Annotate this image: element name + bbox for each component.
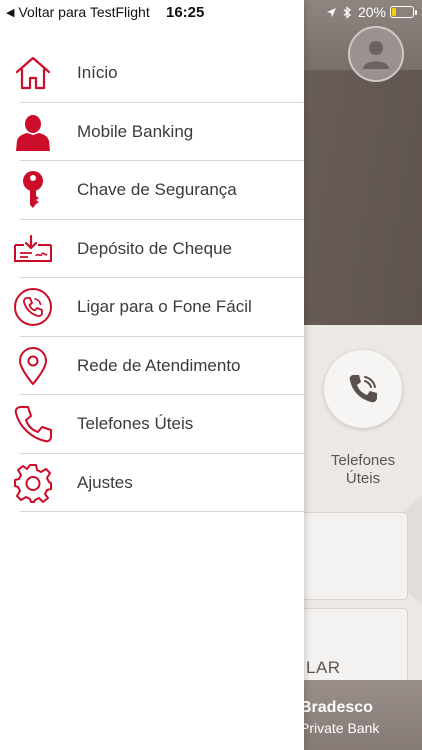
menu-item-label: Ligar para o Fone Fácil	[77, 297, 252, 317]
menu-item-inicio[interactable]: Início	[0, 44, 304, 103]
menu-item-chave-de-seguranca[interactable]: Chave de Segurança	[0, 161, 304, 220]
menu-item-label: Chave de Segurança	[77, 180, 237, 200]
menu-item-ligar-fone-facil[interactable]: Ligar para o Fone Fácil	[0, 278, 304, 337]
avatar-button[interactable]	[348, 26, 404, 82]
key-icon	[12, 170, 54, 210]
person-icon	[12, 112, 54, 152]
menu-item-label: Telefones Úteis	[77, 414, 194, 434]
menu-divider	[20, 511, 304, 512]
phone-circle-icon	[12, 287, 54, 327]
menu-item-label: Ajustes	[77, 472, 133, 492]
status-time: 16:25	[166, 4, 205, 21]
side-drawer: Início Mobile Banking Chave de Segurança…	[0, 0, 304, 750]
menu-item-label: Início	[77, 63, 118, 83]
menu-item-telefones-uteis[interactable]: Telefones Úteis	[0, 395, 304, 454]
drawer-menu: Início Mobile Banking Chave de Segurança…	[0, 44, 304, 512]
back-chevron-icon: ◀	[6, 6, 15, 19]
gear-icon	[12, 463, 54, 503]
phone-icon	[349, 375, 377, 403]
brand-swoosh	[290, 680, 422, 694]
location-arrow-icon	[326, 7, 337, 18]
menu-item-deposito-de-cheque[interactable]: Depósito de Cheque	[0, 220, 304, 278]
menu-item-label: Rede de Atendimento	[77, 355, 241, 375]
menu-item-rede-de-atendimento[interactable]: Rede de Atendimento	[0, 337, 304, 395]
brand-subtitle: Private Bank	[300, 720, 380, 736]
battery-percent: 20%	[357, 4, 386, 20]
phone-icon	[12, 404, 54, 444]
bluetooth-icon	[343, 5, 352, 19]
menu-item-mobile-banking[interactable]: Mobile Banking	[0, 103, 304, 161]
menu-item-label: Mobile Banking	[77, 121, 194, 141]
check-deposit-icon	[12, 229, 54, 269]
status-indicators: 20%	[320, 4, 417, 20]
phone-shortcut-button[interactable]	[324, 350, 402, 428]
menu-item-ajustes[interactable]: Ajustes	[0, 454, 304, 512]
user-icon	[363, 41, 389, 69]
home-icon	[12, 53, 54, 93]
back-to-app-link[interactable]: ◀ Voltar para TestFlight	[6, 4, 150, 20]
location-pin-icon	[12, 346, 54, 386]
background-card[interactable]	[296, 512, 408, 600]
status-bar: ◀ Voltar para TestFlight 16:25 20%	[0, 0, 422, 24]
menu-item-label: Depósito de Cheque	[77, 238, 233, 258]
battery-icon	[390, 6, 417, 18]
brand-name: Bradesco	[300, 699, 373, 716]
back-label: Voltar para TestFlight	[18, 4, 150, 20]
background-card-text: LAR	[306, 658, 341, 677]
phone-shortcut-label: Telefones Úteis	[330, 452, 396, 487]
battery-level	[392, 8, 396, 16]
